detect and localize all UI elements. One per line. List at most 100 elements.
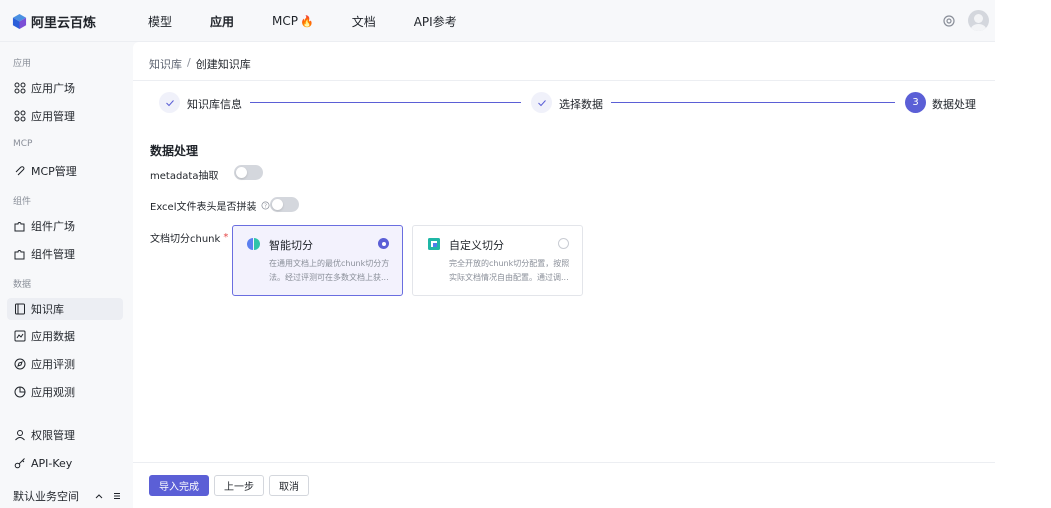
top-nav: 模型 应用 MCP 🔥 文档 API参考 (148, 0, 495, 42)
sidebar-item-label: 知识库 (31, 303, 64, 316)
chart-icon (14, 330, 26, 342)
toggle-knob (272, 199, 283, 210)
step-2-circle (531, 92, 552, 113)
sidebar-section-mcp: MCP (13, 139, 33, 149)
sidebar-item-app-square[interactable]: 应用广场 (7, 77, 123, 99)
sidebar-section-data: 数据 (13, 280, 32, 290)
toggle-knob (236, 167, 247, 178)
sidebar-item-component-square[interactable]: 组件广场 (7, 215, 123, 237)
sidebar-item-knowledge-base[interactable]: 知识库 (7, 298, 123, 320)
sidebar-item-label: 应用观测 (31, 386, 75, 399)
cancel-button[interactable]: 取消 (269, 475, 309, 496)
smart-split-icon (247, 238, 260, 250)
workspace-switcher[interactable]: 默认业务空间 (13, 488, 123, 504)
card-desc-line: 完全开放的chunk切分配置，按照 (449, 259, 570, 268)
step-connector-2 (611, 102, 895, 103)
required-mark: * (223, 232, 229, 243)
excel-header-label: Excel文件表头是否拼装 ? (150, 198, 270, 213)
breadcrumb-knowledge-base[interactable]: 知识库 (149, 56, 182, 72)
sidebar-item-component-management[interactable]: 组件管理 (7, 243, 123, 265)
sidebar-item-app-management[interactable]: 应用管理 (7, 105, 123, 127)
radio-selected[interactable] (378, 238, 389, 249)
user-icon (15, 430, 25, 441)
step-connector-1 (250, 102, 521, 103)
card-title: 自定义切分 (449, 239, 504, 252)
sidebar-item-app-evaluation[interactable]: 应用评测 (7, 353, 123, 375)
nav-docs[interactable]: 文档 (352, 13, 376, 30)
nav-models-label: 模型 (148, 14, 173, 29)
radio-unselected[interactable] (558, 238, 569, 249)
avatar[interactable] (968, 10, 989, 31)
stepper: 知识库信息 选择数据 3 数据处理 (159, 92, 976, 114)
step-2-label: 选择数据 (559, 98, 603, 111)
check-icon (537, 99, 546, 106)
breadcrumb: 知识库 / 创建知识库 (149, 56, 251, 72)
nav-mcp-label: MCP (272, 14, 298, 28)
mcp-icon (15, 166, 25, 176)
metadata-label-text: metadata抽取 (150, 171, 219, 182)
puzzle-icon (14, 250, 25, 260)
sidebar-item-app-observation[interactable]: 应用观测 (7, 381, 123, 403)
top-right-actions (942, 10, 989, 31)
key-icon (14, 458, 25, 469)
sidebar-item-permissions[interactable]: 权限管理 (7, 424, 123, 446)
check-icon (165, 99, 174, 106)
sidebar: 应用 应用广场 应用管理 MCP MCP管理 组件 组件广场 组件管理 数据 知… (0, 42, 133, 508)
top-bar: 阿里云百炼 模型 应用 MCP 🔥 文档 API参考 (0, 0, 995, 42)
step-3-label: 数据处理 (932, 98, 976, 111)
metadata-toggle[interactable] (234, 165, 263, 180)
header-divider (133, 80, 995, 81)
brand[interactable]: 阿里云百炼 (12, 11, 96, 31)
menu-icon[interactable] (111, 490, 123, 502)
nav-docs-label: 文档 (351, 14, 376, 29)
gear-icon[interactable] (942, 14, 956, 28)
brand-logo-icon (12, 13, 27, 29)
sidebar-item-api-key[interactable]: API-Key (7, 452, 123, 474)
help-icon[interactable]: ? (261, 201, 270, 210)
fire-icon: 🔥 (300, 14, 314, 28)
chevron-up-icon[interactable] (93, 490, 105, 502)
breadcrumb-current: 创建知识库 (195, 58, 251, 71)
puzzle-icon (14, 222, 25, 232)
breadcrumb-separator: / (187, 56, 191, 69)
nav-api-reference[interactable]: API参考 (414, 13, 457, 30)
excel-header-toggle[interactable] (270, 197, 299, 212)
previous-step-button[interactable]: 上一步 (214, 475, 264, 496)
card-desc-line: 实际文档情况自由配置。通过调... (449, 273, 569, 282)
nav-apps-label: 应用 (210, 14, 235, 29)
sidebar-item-label: 组件管理 (31, 248, 75, 261)
sidebar-item-app-data[interactable]: 应用数据 (7, 325, 123, 347)
sidebar-item-label: 应用广场 (31, 82, 75, 95)
metadata-label: metadata抽取 (150, 167, 218, 182)
chunk-option-smart[interactable]: 智能切分 在通用文档上的最优chunk切分方 法。经过评测可在多数文档上获... (232, 225, 403, 296)
sidebar-item-label: 应用评测 (31, 358, 75, 371)
app-grid-icon (14, 110, 26, 122)
step-3-number: 3 (912, 97, 919, 108)
sidebar-item-label: 组件广场 (31, 220, 75, 233)
sidebar-item-label: API-Key (31, 456, 73, 470)
card-desc-line: 法。经过评测可在多数文档上获... (269, 273, 389, 282)
card-description: 在通用文档上的最优chunk切分方 法。经过评测可在多数文档上获... (269, 257, 395, 285)
sidebar-item-label: 应用数据 (31, 330, 75, 343)
finish-import-button[interactable]: 导入完成 (149, 475, 209, 496)
nav-api-label: API参考 (413, 14, 457, 29)
step-3-circle: 3 (905, 92, 926, 113)
main-panel: 知识库 / 创建知识库 知识库信息 选择数据 3 数据处理 数据处理 metad… (133, 42, 995, 508)
sidebar-item-label: MCP管理 (31, 165, 77, 178)
workspace-name: 默认业务空间 (13, 490, 79, 503)
chunk-label-text: 文档切分chunk (150, 234, 221, 245)
step-1-circle (159, 92, 180, 113)
brand-name: 阿里云百炼 (31, 15, 97, 31)
compass-icon (14, 358, 26, 370)
nav-mcp[interactable]: MCP 🔥 (272, 14, 314, 28)
card-description: 完全开放的chunk切分配置，按照 实际文档情况自由配置。通过调... (449, 257, 575, 285)
book-icon (15, 303, 25, 315)
nav-apps[interactable]: 应用 (210, 13, 234, 30)
nav-models[interactable]: 模型 (148, 13, 172, 30)
chunk-option-custom[interactable]: 自定义切分 完全开放的chunk切分配置，按照 实际文档情况自由配置。通过调..… (412, 225, 583, 296)
sidebar-item-mcp-management[interactable]: MCP管理 (7, 160, 123, 182)
pie-icon (14, 386, 26, 398)
custom-split-icon (428, 238, 440, 250)
sidebar-section-components: 组件 (13, 197, 32, 207)
sidebar-item-label: 应用管理 (31, 110, 75, 123)
